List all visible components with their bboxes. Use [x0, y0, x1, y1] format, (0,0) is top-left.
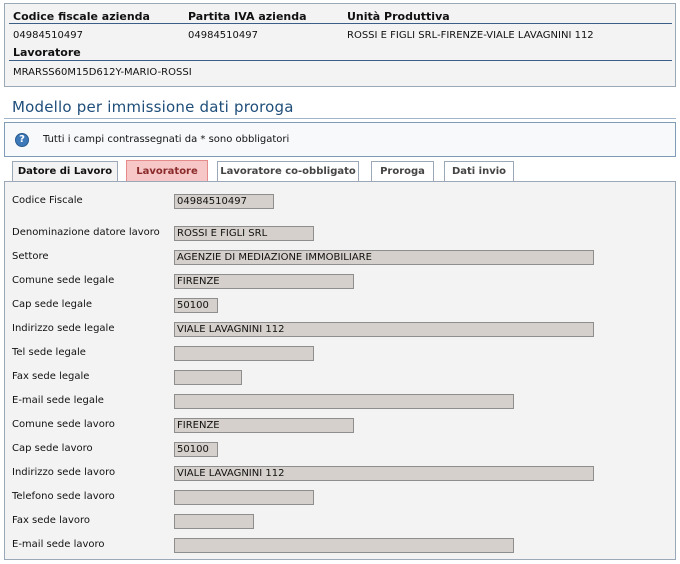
label-telefono-sede-lavoro: Telefono sede lavoro: [12, 491, 115, 502]
cap-sede-lavoro-field[interactable]: 50100: [174, 442, 218, 457]
fax-sede-lavoro-field[interactable]: [174, 514, 254, 529]
codice-fiscale-field[interactable]: 04984510497: [174, 194, 274, 209]
header-partita-iva: Partita IVA azienda: [188, 10, 307, 23]
indirizzo-sede-legale-field[interactable]: VIALE LAVAGNINI 112: [174, 322, 594, 337]
value-lavoratore: MRARSS60M15D612Y-MARIO-ROSSI: [13, 67, 192, 78]
label-fax-sede-lavoro: Fax sede lavoro: [12, 515, 91, 526]
label-fax-sede-legale: Fax sede legale: [12, 371, 90, 382]
tab-dati-invio[interactable]: Dati invio: [444, 161, 514, 182]
value-codice-fiscale: 04984510497: [13, 30, 83, 41]
label-cap-sede-legale: Cap sede legale: [12, 299, 93, 310]
page-title: Modello per immissione dati proroga: [12, 98, 294, 116]
cap-sede-legale-field[interactable]: 50100: [174, 298, 218, 313]
summary-divider: [9, 23, 672, 24]
label-comune-sede-legale: Comune sede legale: [12, 275, 115, 286]
value-partita-iva: 04984510497: [188, 30, 258, 41]
info-text: Tutti i campi contrassegnati da * sono o…: [43, 134, 290, 145]
form-panel: [4, 182, 676, 560]
telefono-sede-lavoro-field[interactable]: [174, 490, 314, 505]
email-sede-lavoro-field[interactable]: [174, 538, 514, 553]
label-indirizzo-sede-lavoro: Indirizzo sede lavoro: [12, 467, 116, 478]
label-codice-fiscale: Codice Fiscale: [12, 195, 83, 206]
value-unita-produttiva: ROSSI E FIGLI SRL-FIRENZE-VIALE LAVAGNIN…: [347, 30, 594, 41]
label-comune-sede-lavoro: Comune sede lavoro: [12, 419, 115, 430]
tab-datore-di-lavoro[interactable]: Datore di Lavoro: [12, 161, 118, 183]
label-indirizzo-sede-legale: Indirizzo sede legale: [12, 323, 115, 334]
title-divider: [4, 118, 676, 119]
settore-field[interactable]: AGENZIE DI MEDIAZIONE IMMOBILIARE: [174, 250, 594, 265]
label-email-sede-lavoro: E-mail sede lavoro: [12, 539, 105, 550]
header-codice-fiscale: Codice fiscale azienda: [13, 10, 150, 23]
tel-sede-legale-field[interactable]: [174, 346, 314, 361]
denominazione-field[interactable]: ROSSI E FIGLI SRL: [174, 226, 314, 241]
header-lavoratore: Lavoratore: [13, 46, 81, 59]
label-settore: Settore: [12, 251, 49, 262]
fax-sede-legale-field[interactable]: [174, 370, 242, 385]
label-cap-sede-lavoro: Cap sede lavoro: [12, 443, 93, 454]
comune-sede-legale-field[interactable]: FIRENZE: [174, 274, 354, 289]
email-sede-legale-field[interactable]: [174, 394, 514, 409]
label-email-sede-legale: E-mail sede legale: [12, 395, 104, 406]
label-tel-sede-legale: Tel sede legale: [12, 347, 86, 358]
tab-lavoratore-co-obbligato[interactable]: Lavoratore co-obbligato: [217, 161, 359, 182]
tab-proroga[interactable]: Proroga: [371, 161, 434, 182]
label-denominazione: Denominazione datore lavoro: [12, 227, 160, 238]
header-unita-produttiva: Unità Produttiva: [347, 10, 450, 23]
summary-box: Codice fiscale azienda Partita IVA azien…: [4, 3, 676, 87]
comune-sede-lavoro-field[interactable]: FIRENZE: [174, 418, 354, 433]
indirizzo-sede-lavoro-field[interactable]: VIALE LAVAGNINI 112: [174, 466, 594, 481]
help-icon: ?: [15, 133, 29, 147]
summary-divider: [9, 60, 672, 61]
info-box: ? Tutti i campi contrassegnati da * sono…: [4, 122, 676, 157]
